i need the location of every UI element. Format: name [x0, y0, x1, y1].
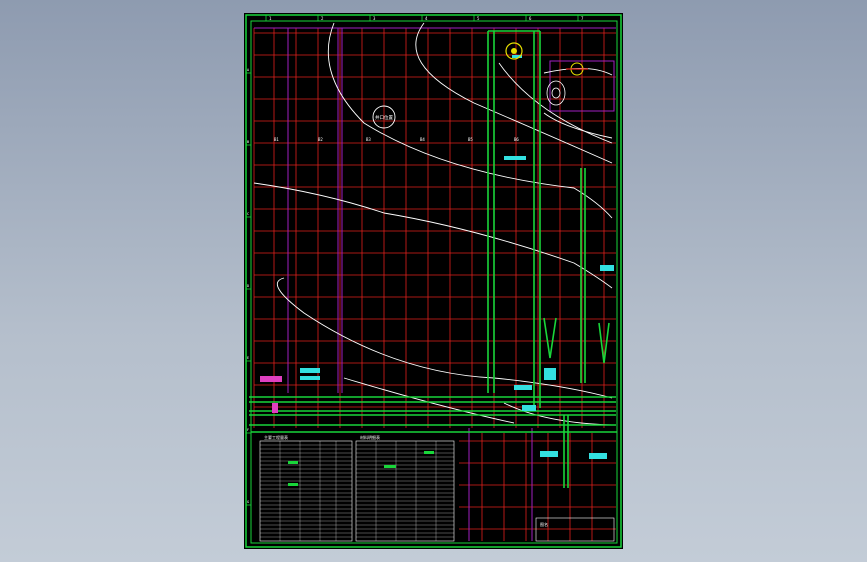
row-label: B3	[366, 137, 371, 142]
ruler-label-top: 3	[373, 16, 376, 21]
row-label: B1	[274, 137, 279, 142]
ruler-label-top: 2	[321, 16, 324, 21]
ruler-label-left: D	[247, 284, 249, 288]
table-left	[259, 440, 353, 542]
boundary-lines	[254, 27, 616, 541]
ruler-label-top: 4	[425, 16, 428, 21]
cad-viewport[interactable]: 1 2 3 4 5 6 7 A B C D E F G 井口位置 B1 B2 B3 B4 B5 B6 主…	[0, 0, 867, 562]
magenta-markers	[260, 376, 282, 413]
title-block-label: 图名	[540, 521, 548, 527]
ruler-label-top: 1	[269, 16, 272, 21]
table-right-title: 材料明细表	[360, 434, 380, 440]
circle-label: 井口位置	[375, 114, 393, 121]
ruler-label-left: F	[247, 428, 249, 432]
row-label: B2	[318, 137, 323, 142]
ruler-label-left: G	[247, 500, 249, 504]
ruler-label-top: 7	[581, 16, 584, 21]
bottom-tables: 主要工程量表 材料明细表 图名	[259, 434, 615, 542]
roadway-structures	[249, 30, 617, 488]
table-rows	[260, 441, 454, 541]
ruler-label-left: B	[247, 140, 249, 144]
row-label: B5	[468, 137, 473, 142]
ruler-label-top: 6	[529, 16, 532, 21]
valve-marker-icon	[566, 62, 588, 76]
table-left-title: 主要工程量表	[264, 434, 288, 440]
table-right	[355, 440, 455, 542]
ruler-label-top: 5	[477, 16, 480, 21]
contour-lines	[253, 22, 613, 426]
table-highlights	[288, 451, 434, 486]
cyan-annotations	[300, 55, 614, 459]
ruler-label-left: E	[247, 356, 249, 360]
ruler-label-left: A	[247, 68, 250, 72]
coordinate-grid	[253, 28, 616, 541]
ruler-label-left: C	[247, 212, 249, 216]
drawing-sheet: 1 2 3 4 5 6 7 A B C D E F G 井口位置 B1 B2 B3 B4 B5 B6 主…	[244, 13, 623, 549]
cad-drawing: 1 2 3 4 5 6 7 A B C D E F G 井口位置 B1 B2 B3 B4 B5 B6 主…	[245, 14, 622, 548]
row-label: B4	[420, 137, 425, 142]
row-label: B6	[514, 137, 519, 142]
top-ruler: 1 2 3 4 5 6 7	[265, 15, 584, 21]
